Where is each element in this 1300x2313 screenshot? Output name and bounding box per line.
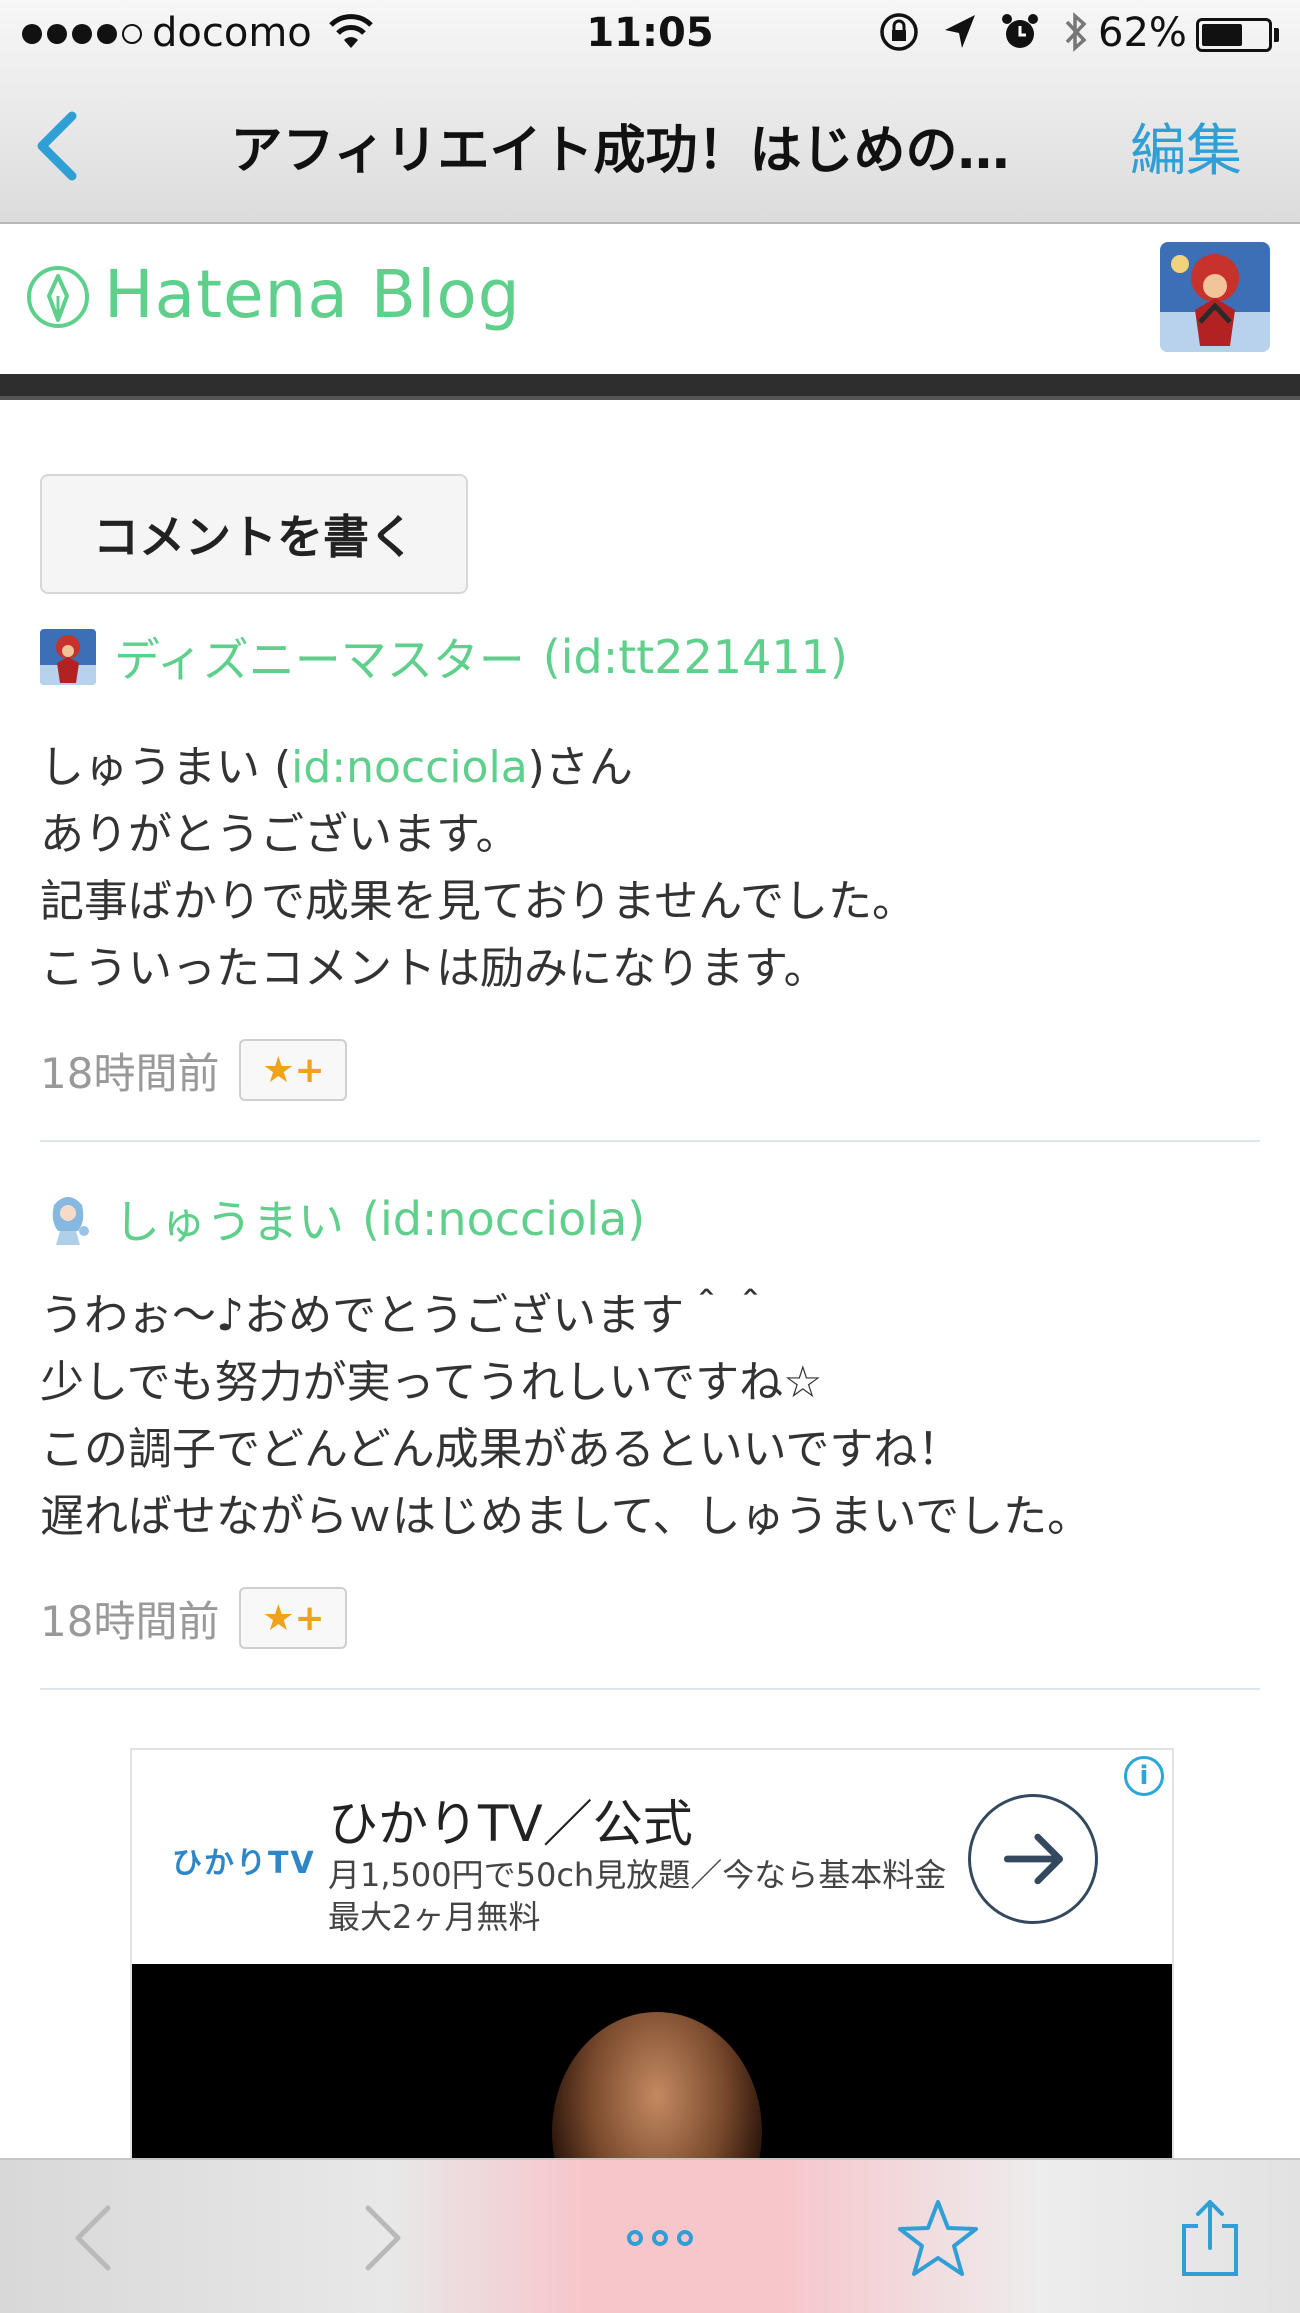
- comment-author-name[interactable]: しゅうまい: [114, 1186, 344, 1252]
- share-icon[interactable]: [1170, 2198, 1250, 2278]
- comment-divider: [40, 1688, 1260, 1690]
- rotation-lock-icon: [880, 13, 918, 51]
- battery-fill: [1202, 24, 1242, 46]
- back-icon[interactable]: [56, 2198, 136, 2278]
- add-star-button[interactable]: ★+: [239, 1039, 348, 1101]
- comment-author-avatar[interactable]: [40, 629, 96, 685]
- comment-author: しゅうまい (id:nocciola): [40, 1186, 645, 1252]
- comment-line: 遅ればせながらｗはじめまして、しゅうまいでした。: [40, 1491, 1092, 1542]
- forward-icon[interactable]: [340, 2198, 420, 2278]
- ad-banner[interactable]: ひかりTV ひかりTV／公式 月1,500円で50ch見放題／今なら基本料金最大…: [130, 1748, 1174, 2222]
- nav-bar: アフィリエイト成功！はじめの… 編集: [0, 70, 1300, 220]
- comment-line: しゅうまい (id:nocciola)さん: [40, 742, 633, 793]
- user-id-link[interactable]: id:nocciola: [291, 742, 528, 793]
- battery-tip: [1274, 28, 1279, 42]
- comment-author: ディズニーマスター (id:tt221411): [40, 624, 848, 690]
- comment-author-avatar[interactable]: [40, 1191, 96, 1247]
- comment-divider: [40, 1140, 1260, 1142]
- comment-body: うわぉ〜♪おめでとうございます＾＾ 少しでも努力が実ってうれしいですね☆ この調…: [40, 1282, 1260, 1550]
- comment-line: こういったコメントは励みになります。: [40, 943, 828, 994]
- ad-title[interactable]: ひかりTV／公式: [328, 1784, 693, 1856]
- comment-author-name[interactable]: ディズニーマスター: [114, 624, 525, 690]
- comment-line: 記事ばかりで成果を見ておりませんでした。: [40, 876, 917, 927]
- comment-line: ありがとうございます。: [40, 809, 520, 860]
- more-icon[interactable]: [620, 2198, 700, 2278]
- hatena-pen-icon[interactable]: [26, 262, 90, 332]
- header-divider-bar: [0, 374, 1300, 400]
- alarm-icon: [1002, 14, 1038, 48]
- comment-line: 少しでも努力が実ってうれしいですね☆: [40, 1357, 823, 1408]
- comment-meta: 18時間前 ★+: [40, 1584, 348, 1652]
- comment-timestamp[interactable]: 18時間前: [40, 1588, 219, 1649]
- ad-info-icon[interactable]: i: [1124, 1756, 1164, 1796]
- status-bar: docomo 11:05 62%: [0, 0, 1300, 70]
- user-avatar[interactable]: [1160, 242, 1270, 352]
- battery-percent: 62%: [1098, 10, 1187, 56]
- status-icons: [878, 10, 1090, 54]
- page-title: アフィリエイト成功！はじめの…: [230, 121, 1010, 178]
- add-star-button[interactable]: ★+: [239, 1587, 348, 1649]
- comment-line: うわぉ〜♪おめでとうございます＾＾: [40, 1290, 773, 1341]
- ad-logo[interactable]: ひかりTV: [172, 1838, 316, 1882]
- back-chevron-icon[interactable]: [28, 110, 88, 182]
- comment-body: しゅうまい (id:nocciola)さん ありがとうございます。 記事ばかりで…: [40, 734, 1260, 1002]
- location-icon: [945, 15, 975, 48]
- write-comment-button[interactable]: コメントを書く: [40, 474, 468, 594]
- hatena-header: Hatena Blog: [0, 224, 1300, 374]
- bluetooth-icon: [1065, 12, 1087, 52]
- comment-meta: 18時間前 ★+: [40, 1036, 348, 1104]
- bookmark-star-icon[interactable]: [898, 2198, 978, 2278]
- hatena-blog-logo[interactable]: Hatena Blog: [104, 256, 521, 333]
- comment-author-id[interactable]: (id:nocciola): [362, 1192, 645, 1246]
- browser-toolbar: [0, 2158, 1300, 2313]
- edit-button[interactable]: 編集: [1130, 106, 1242, 187]
- ad-arrow-icon[interactable]: [968, 1794, 1098, 1924]
- comment-author-id[interactable]: (id:tt221411): [543, 630, 848, 684]
- comment-timestamp[interactable]: 18時間前: [40, 1040, 219, 1101]
- comment-line: この調子でどんどん成果があるといいですね！: [40, 1424, 962, 1475]
- battery-icon: [1196, 18, 1272, 52]
- ad-description[interactable]: 月1,500円で50ch見放題／今なら基本料金最大2ヶ月無料: [328, 1854, 968, 1938]
